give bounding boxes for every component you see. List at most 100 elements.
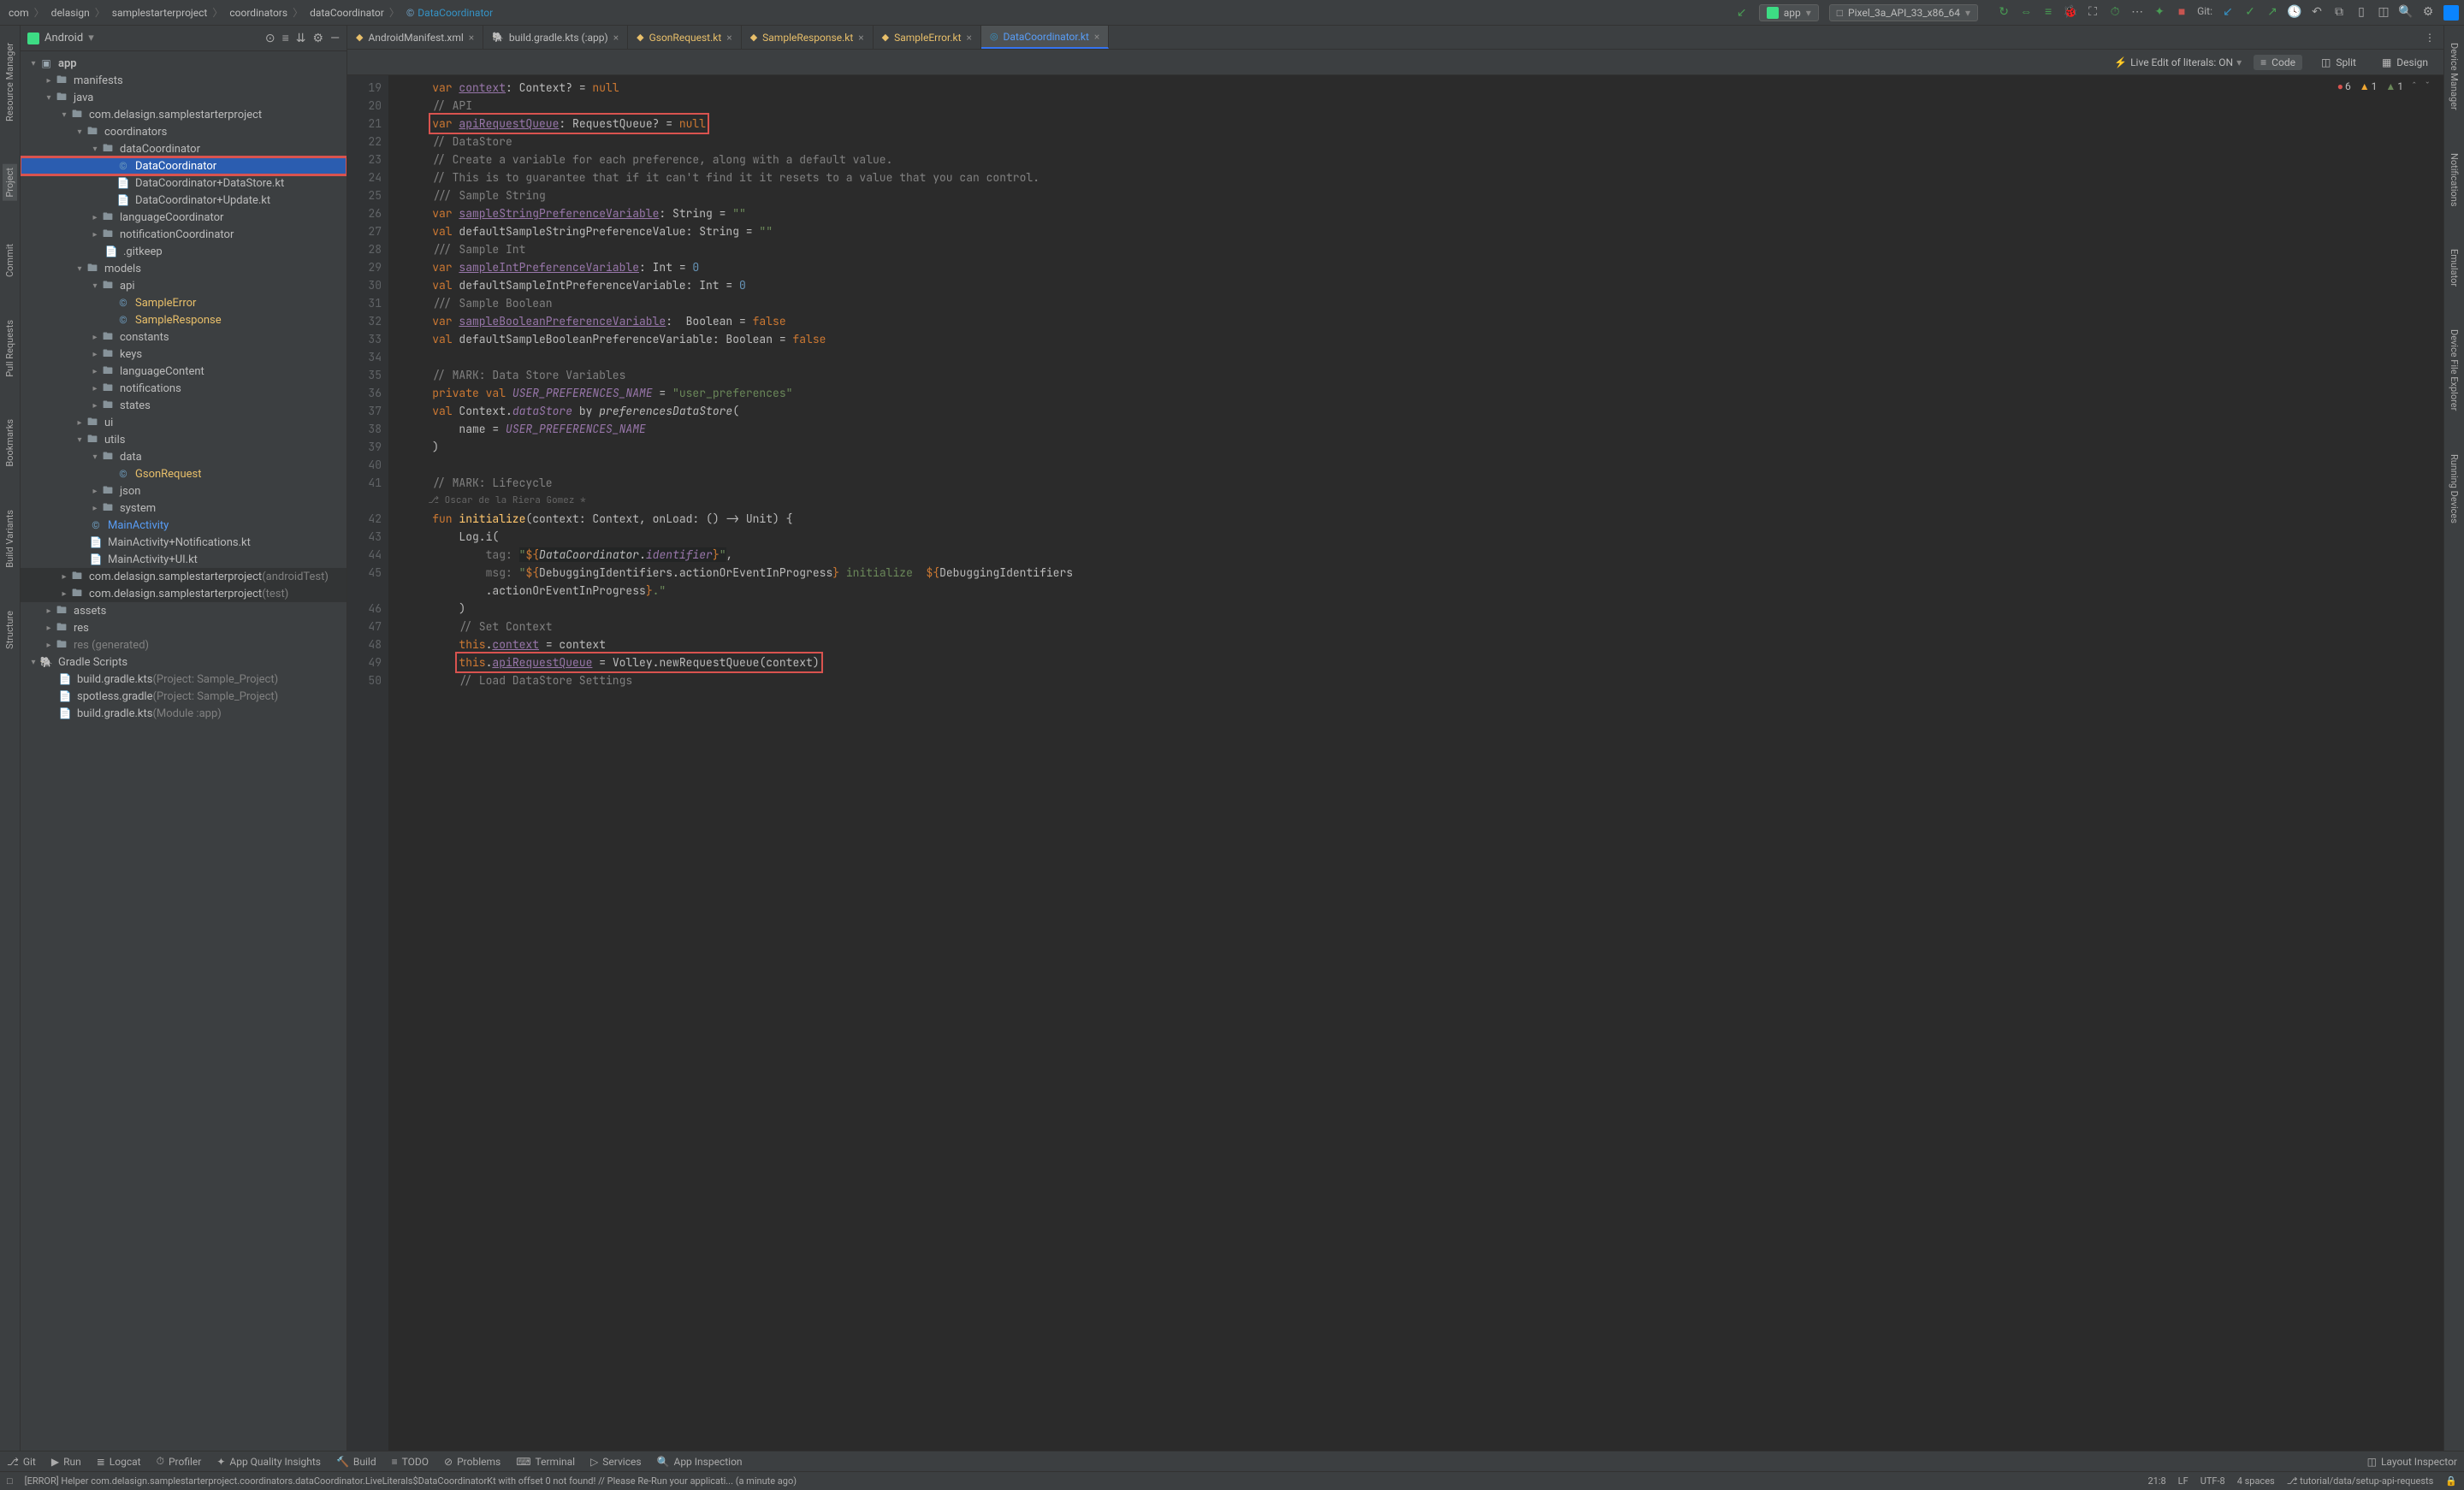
tab-overflow-icon[interactable]: ⋮ [2416, 26, 2443, 49]
run-icon[interactable]: ↻ [1997, 5, 2011, 19]
tab-build-gradle[interactable]: 🐘build.gradle.kts (:app)× [483, 26, 628, 49]
gear-icon[interactable]: ⚙ [2421, 5, 2435, 19]
tool-profiler[interactable]: ⏱ Profiler [157, 1455, 202, 1468]
hide-icon[interactable]: — [330, 32, 340, 45]
coverage-icon[interactable]: ⛶ [2086, 5, 2100, 19]
breadcrumb-item[interactable]: delasign〉 [48, 5, 109, 20]
breadcrumb-item[interactable]: com〉 [5, 5, 48, 20]
tree-item-datacoordinator[interactable]: ©DataCoordinator [21, 157, 346, 174]
tool-tab-build-variants[interactable]: Build Variants [4, 510, 15, 568]
run-config-dropdown[interactable]: app ▾ [1759, 4, 1819, 21]
close-icon[interactable]: × [726, 32, 732, 44]
project-tree[interactable]: ▾▣app ▸🖿manifests ▾🖿java ▾🖿com.delasign.… [21, 51, 346, 1451]
close-icon[interactable]: × [469, 32, 474, 44]
view-split-button[interactable]: ◫ Split [2314, 55, 2363, 70]
view-design-button[interactable]: ▦ Design [2375, 55, 2435, 70]
breadcrumb-item[interactable]: dataCoordinator〉 [306, 5, 403, 20]
more-icon[interactable]: ✦ [2153, 5, 2166, 19]
breadcrumb-item[interactable]: ©DataCoordinator [403, 7, 496, 19]
tab-data-coordinator[interactable]: ◎DataCoordinator.kt× [981, 26, 1109, 49]
inspection-summary[interactable]: 6 1 1 ˆ ˇ [2332, 79, 2435, 94]
tool-tab-project[interactable]: Project [3, 164, 17, 201]
warning-count[interactable]: 1 [2360, 80, 2378, 92]
view-code-button[interactable]: ≡ Code [2254, 55, 2302, 70]
undo-icon[interactable]: ↶ [2310, 5, 2324, 19]
tool-tab-structure[interactable]: Structure [4, 611, 15, 649]
attach-icon[interactable]: ⋯ [2130, 5, 2144, 19]
breadcrumb-item[interactable]: coordinators〉 [226, 5, 306, 20]
tool-services[interactable]: ▷ Services [590, 1456, 641, 1468]
gear-icon[interactable]: ⚙ [313, 32, 324, 45]
tool-git[interactable]: ⎇ Git [7, 1456, 36, 1468]
breadcrumb: com〉 delasign〉 samplestarterproject〉 coo… [5, 5, 1735, 20]
tool-layout-inspector[interactable]: ◫ Layout Inspector [2367, 1456, 2457, 1468]
status-icon[interactable]: □ [7, 1475, 13, 1487]
status-bar: □ [ERROR] Helper com.delasign.samplestar… [0, 1471, 2464, 1490]
android-icon [1767, 7, 1779, 19]
code-editor[interactable]: var context: Context? = null // API var … [388, 75, 2443, 1451]
status-message: [ERROR] Helper com.delasign.samplestarte… [25, 1475, 797, 1487]
tool-problems[interactable]: ⊘ Problems [444, 1456, 500, 1468]
tool-app-quality[interactable]: ✦ App Quality Insights [216, 1456, 321, 1468]
tool-logcat[interactable]: ≣ Logcat [97, 1456, 141, 1468]
tool-run[interactable]: ▶ Run [51, 1456, 81, 1468]
history-icon[interactable]: 🕓 [2288, 5, 2301, 19]
git-pull-icon[interactable]: ↙ [2221, 5, 2235, 19]
close-icon[interactable]: × [1094, 31, 1099, 43]
git-commit-icon[interactable]: ✓ [2243, 5, 2257, 19]
profiler-icon[interactable]: ⏱ [2108, 5, 2122, 19]
tool-tab-commit[interactable]: Commit [4, 244, 15, 277]
tool-todo[interactable]: ≡ TODO [392, 1456, 429, 1468]
caret-position[interactable]: 21:8 [2147, 1475, 2165, 1487]
tool-tab-running-devices[interactable]: Running Devices [2449, 454, 2460, 523]
tab-manifest[interactable]: ◆AndroidManifest.xml× [347, 26, 483, 49]
tool-tab-resource-manager[interactable]: Resource Manager [4, 43, 15, 121]
select-opened-icon[interactable]: ⊙ [265, 32, 275, 45]
avatar-icon[interactable] [2443, 5, 2459, 21]
device-dropdown[interactable]: □ Pixel_3a_API_33_x86_64 ▾ [1829, 4, 1978, 21]
error-count[interactable]: 6 [2337, 80, 2351, 92]
apply-icon[interactable]: ⇔ [2019, 5, 2033, 19]
project-sidebar: Android ▾ ⊙ ≡ ⇊ ⚙ — ▾▣app ▸🖿manifests ▾🖿… [21, 26, 347, 1451]
chevron-up-icon[interactable]: ˆ [2412, 80, 2417, 92]
git-branch[interactable]: ⎇ tutorial/data/setup-api-requests [2287, 1475, 2434, 1487]
tab-sample-error[interactable]: ◆SampleError.kt× [874, 26, 981, 49]
close-icon[interactable]: × [613, 32, 619, 44]
close-icon[interactable]: × [967, 32, 972, 44]
indent[interactable]: 4 spaces [2237, 1475, 2275, 1487]
tool-tab-pull-requests[interactable]: Pull Requests [4, 320, 15, 377]
weak-warning-count[interactable]: 1 [2385, 80, 2403, 92]
search-icon[interactable]: 🔍 [2399, 5, 2413, 19]
live-edit-toggle[interactable]: ⚡Live Edit of literals: ON ▾ [2114, 56, 2242, 68]
sync-icon[interactable]: ↙ [1735, 6, 1749, 20]
tool-tab-notifications[interactable]: Notifications [2449, 153, 2460, 207]
code-swap-icon[interactable]: ≡ [2041, 5, 2055, 19]
expand-icon[interactable]: ≡ [282, 31, 289, 45]
git-push-icon[interactable]: ↗ [2266, 5, 2279, 19]
encoding[interactable]: UTF-8 [2200, 1475, 2225, 1487]
tab-gson-request[interactable]: ◆GsonRequest.kt× [628, 26, 742, 49]
editor-tabs: ◆AndroidManifest.xml× 🐘build.gradle.kts … [347, 26, 2443, 50]
device-mirror-icon[interactable]: ▯ [2354, 5, 2368, 19]
close-icon[interactable]: × [858, 32, 863, 44]
tab-sample-response[interactable]: ◆SampleResponse.kt× [742, 26, 874, 49]
sidebar-mode-dropdown[interactable]: Android ▾ [27, 32, 94, 44]
tool-build[interactable]: 🔨 Build [336, 1456, 376, 1468]
tool-terminal[interactable]: ⌨ Terminal [516, 1456, 575, 1468]
tool-tab-emulator[interactable]: Emulator [2449, 249, 2460, 287]
chevron-down-icon[interactable]: ˇ [2426, 80, 2430, 92]
devices-icon[interactable]: ⧉ [2332, 5, 2346, 19]
avd-icon[interactable]: ◫ [2377, 5, 2390, 19]
breadcrumb-item[interactable]: samplestarterproject〉 [109, 5, 227, 20]
left-tool-gutter: Resource Manager Project Commit Pull Req… [0, 26, 21, 1451]
collapse-icon[interactable]: ⇊ [296, 32, 306, 45]
tool-app-inspection[interactable]: 🔍 App Inspection [657, 1456, 743, 1468]
tool-tab-device-file-explorer[interactable]: Device File Explorer [2449, 329, 2460, 411]
tool-tab-device-manager[interactable]: Device Manager [2449, 43, 2460, 110]
stop-icon[interactable]: ■ [2175, 5, 2189, 19]
editor-content[interactable]: 1920212223242526272829303132333435363738… [347, 75, 2443, 1451]
debug-icon[interactable]: 🐞 [2064, 5, 2077, 19]
line-ending[interactable]: LF [2178, 1475, 2189, 1487]
tool-tab-bookmarks[interactable]: Bookmarks [4, 419, 15, 467]
lock-icon[interactable]: 🔒 [2445, 1475, 2457, 1487]
